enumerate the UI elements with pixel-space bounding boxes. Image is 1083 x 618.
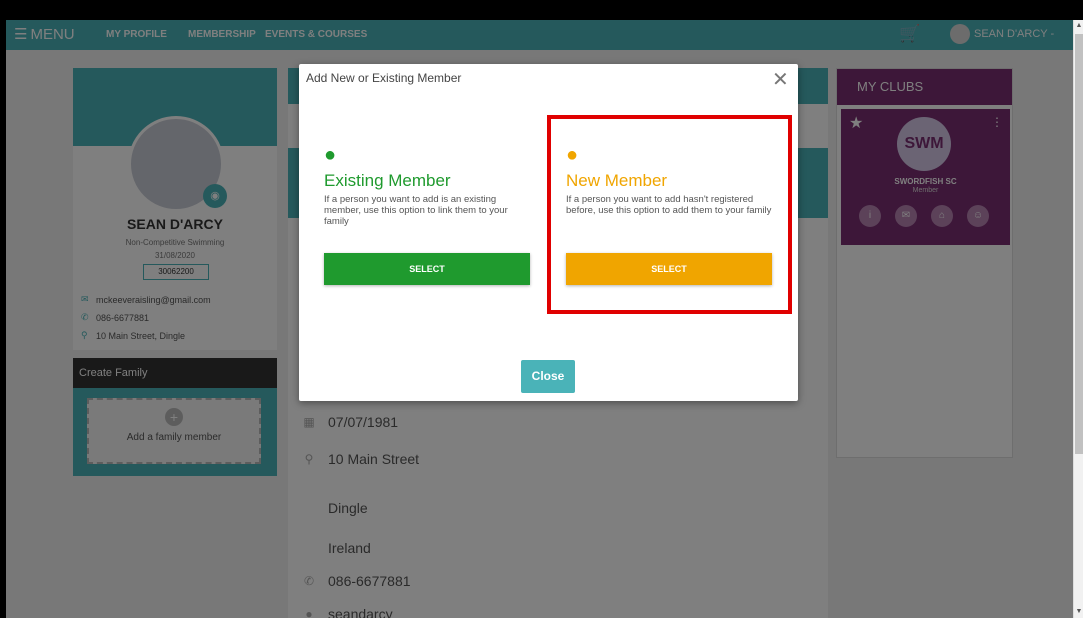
existing-member-option: ● Existing Member If a person you want t… [324, 144, 534, 285]
close-button[interactable]: Close [521, 360, 575, 393]
scrollbar-thumb[interactable] [1075, 34, 1083, 454]
select-new-member-button[interactable]: SELECT [566, 253, 772, 285]
scroll-up-icon[interactable]: ▲ [1074, 20, 1083, 32]
person-icon: ● [566, 144, 579, 166]
modal-title: Add New or Existing Member [306, 71, 462, 85]
add-member-modal: Add New or Existing Member ✕ ● Existing … [299, 64, 798, 401]
page-scrollbar[interactable]: ▲ ▼ [1073, 20, 1083, 618]
existing-member-heading: Existing Member [324, 171, 451, 190]
close-icon[interactable]: ✕ [772, 67, 789, 92]
new-member-option: ● New Member If a person you want to add… [566, 144, 776, 285]
person-icon: ● [324, 144, 337, 166]
new-member-heading: New Member [566, 171, 668, 190]
select-existing-member-button[interactable]: SELECT [324, 253, 530, 285]
scroll-down-icon[interactable]: ▼ [1074, 606, 1083, 618]
browser-viewport: ☰ MENU MY PROFILE MEMBERSHIP EVENTS & CO… [6, 20, 1073, 618]
existing-member-description: If a person you want to add is an existi… [324, 194, 508, 227]
new-member-description: If a person you want to add hasn't regis… [566, 194, 772, 216]
